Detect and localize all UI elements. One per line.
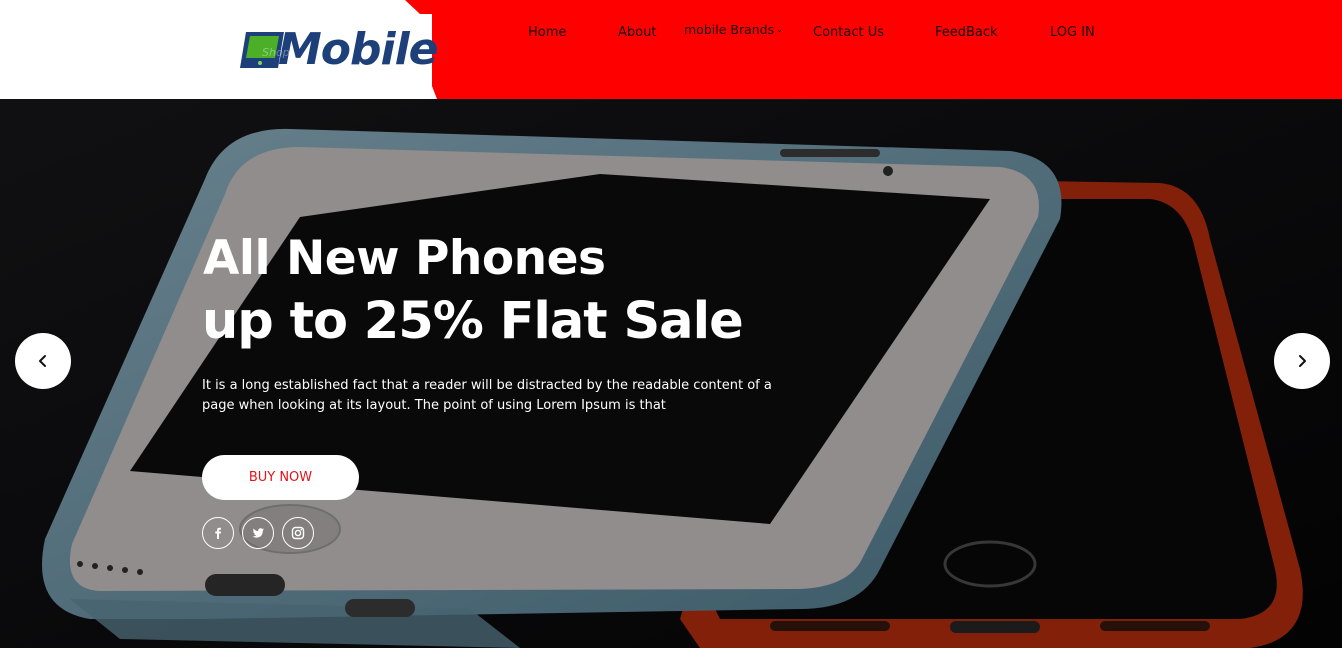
chevron-right-icon (1299, 355, 1306, 367)
hero-headline: All New Phones (203, 231, 606, 286)
nav-feedback[interactable]: FeedBack (935, 25, 998, 40)
nav-mobile-brands-label: mobile Brands (684, 22, 775, 37)
nav-mobile-brands[interactable]: mobile Brands ⌄ (684, 22, 783, 37)
facebook-icon (215, 527, 221, 539)
hero-overlay (0, 99, 1342, 648)
hero-banner: All New Phones up to 25% Flat Sale It is… (0, 99, 1342, 648)
nav-about[interactable]: About (618, 25, 656, 40)
nav-home[interactable]: Home (528, 25, 566, 40)
hero-description: It is a long established fact that a rea… (202, 378, 772, 413)
carousel-next-button[interactable] (1274, 333, 1330, 389)
twitter-icon (252, 528, 264, 538)
facebook-link[interactable] (202, 517, 234, 549)
site-header: Mobile Shop Home About mobile Brands ⌄ Co… (0, 0, 1342, 99)
instagram-icon (291, 526, 305, 540)
twitter-link[interactable] (242, 517, 274, 549)
chevron-left-icon (39, 355, 46, 367)
carousel-prev-button[interactable] (15, 333, 71, 389)
nav-log-in[interactable]: LOG IN (1050, 25, 1095, 40)
hero-subheadline: up to 25% Flat Sale (202, 292, 744, 351)
main-nav: Home About mobile Brands ⌄ Contact Us Fee… (0, 0, 1342, 99)
instagram-link[interactable] (282, 517, 314, 549)
buy-now-button[interactable]: BUY NOW (202, 455, 359, 500)
chevron-down-icon: ⌄ (776, 25, 783, 34)
nav-contact-us[interactable]: Contact Us (813, 25, 884, 40)
